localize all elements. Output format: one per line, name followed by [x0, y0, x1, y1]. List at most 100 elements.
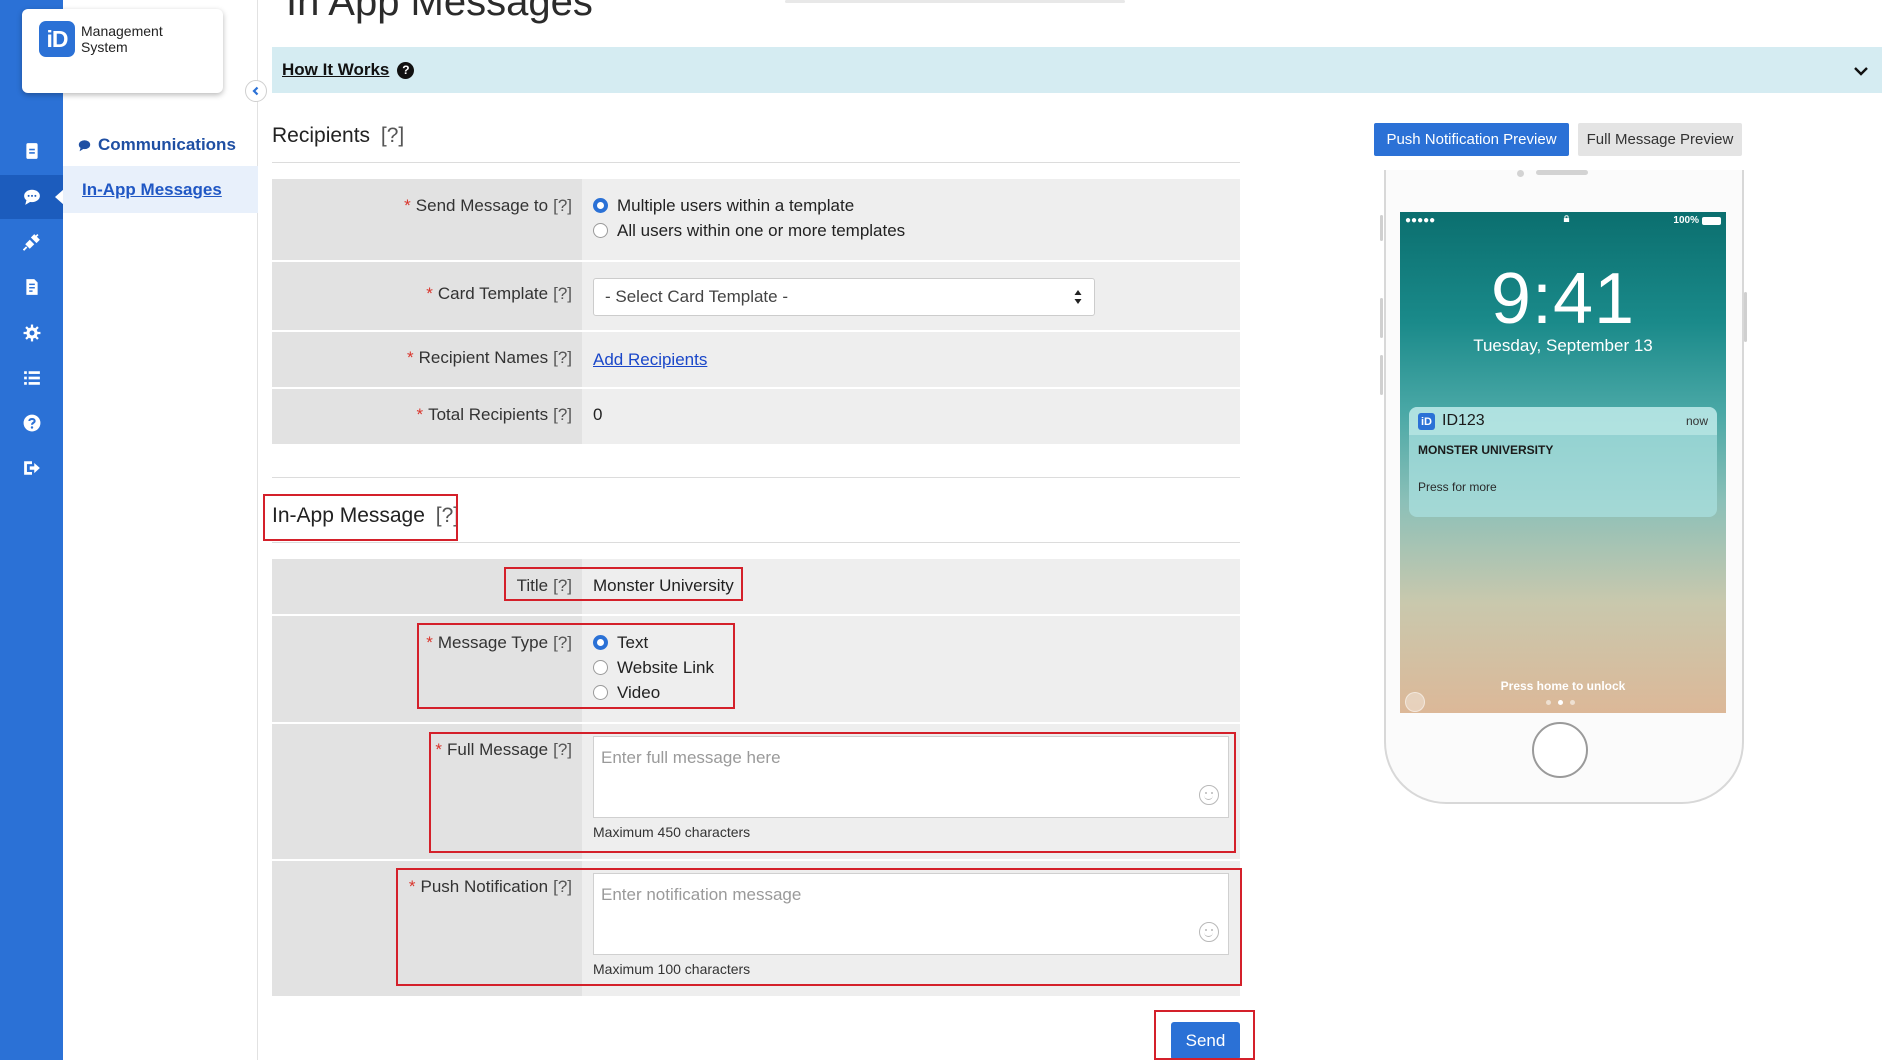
- help-icon: [23, 414, 40, 432]
- page-dot-current: [1558, 700, 1563, 705]
- push-notification-textarea[interactable]: [593, 873, 1229, 955]
- phone-lock-screen: ●●●●● 100% 9:41 Tuesday, September 13 iD…: [1400, 212, 1726, 713]
- send-to-row: * Send Message to [?] Multiple users withi…: [272, 179, 1240, 261]
- full-message-help[interactable]: [?]: [553, 740, 572, 759]
- message-type-help[interactable]: [?]: [553, 633, 572, 652]
- send-to-help[interactable]: [?]: [553, 196, 572, 215]
- emoji-icon[interactable]: [1199, 922, 1219, 942]
- rail-item-cards[interactable]: [0, 129, 63, 173]
- list-icon: [23, 371, 40, 385]
- tab-full-message-preview[interactable]: Full Message Preview: [1578, 123, 1742, 156]
- send-button[interactable]: Send: [1171, 1022, 1240, 1060]
- battery-percent: 100%: [1673, 215, 1699, 226]
- total-recipients-label: * Total Recipients [?]: [416, 405, 572, 424]
- tab-push-notification-preview[interactable]: Push Notification Preview: [1374, 123, 1569, 156]
- send-to-option-multiple-users[interactable]: Multiple users within a template: [593, 193, 905, 218]
- chat-icon: [78, 139, 91, 151]
- in-app-message-help[interactable]: [?]: [436, 504, 459, 527]
- sort-arrows-icon: [1074, 290, 1082, 304]
- rail-item-help[interactable]: [0, 401, 63, 445]
- message-type-option-text[interactable]: Text: [593, 630, 714, 655]
- radio-unselected-icon[interactable]: [593, 660, 608, 675]
- recipient-names-help[interactable]: [?]: [553, 348, 572, 367]
- chevron-down-icon[interactable]: [1852, 62, 1870, 80]
- logo-text: Management System: [81, 23, 163, 55]
- page-title: In App Messages: [286, 0, 593, 24]
- message-type-option-video[interactable]: Video: [593, 680, 714, 705]
- subnav-section-communications[interactable]: Communications: [78, 135, 236, 155]
- full-message-textarea[interactable]: [593, 736, 1229, 818]
- in-app-message-heading-text: In-App Message: [272, 504, 425, 527]
- emoji-icon[interactable]: [1199, 785, 1219, 805]
- rail-item-documents[interactable]: [0, 265, 63, 309]
- radio-unselected-icon[interactable]: [593, 223, 608, 238]
- rail-item-sign-out[interactable]: [0, 446, 63, 490]
- add-recipients-link[interactable]: Add Recipients: [593, 350, 707, 370]
- message-type-label: * Message Type [?]: [426, 633, 572, 652]
- phone-mute-switch: [1380, 215, 1383, 241]
- recipients-heading-text: Recipients: [272, 124, 371, 147]
- collapse-sidebar-button[interactable]: [245, 80, 267, 102]
- page-dots: [1546, 700, 1582, 705]
- total-recipients-help[interactable]: [?]: [553, 405, 572, 424]
- phone-camera: [1517, 170, 1524, 177]
- rail-item-communications[interactable]: [0, 175, 64, 219]
- rail-item-lists[interactable]: [0, 356, 63, 400]
- secondary-nav: [63, 0, 258, 1060]
- send-to-option-all-users[interactable]: All users within one or more templates: [593, 218, 905, 243]
- card-template-label: * Card Template [?]: [426, 284, 572, 303]
- section-divider: [272, 477, 1240, 478]
- how-it-works-label[interactable]: How It Works: [282, 60, 389, 80]
- logo-line-2: System: [81, 39, 128, 55]
- phone-power-button: [1744, 292, 1747, 342]
- push-notification-label: * Push Notification [?]: [408, 877, 572, 896]
- radio-selected-icon[interactable]: [593, 198, 608, 213]
- recipient-names-label: * Recipient Names [?]: [407, 348, 572, 367]
- how-it-works-bar[interactable]: How It Works ?: [272, 47, 1882, 93]
- subnav-item-in-app-messages[interactable]: In-App Messages: [63, 166, 258, 213]
- phone-volume-up: [1380, 298, 1383, 338]
- rail-item-settings[interactable]: [0, 311, 63, 355]
- logo-line-1: Management: [81, 23, 163, 39]
- app-logo-icon: iD: [1418, 413, 1435, 430]
- plug-icon: [22, 233, 40, 251]
- radio-unselected-icon[interactable]: [593, 685, 608, 700]
- chevron-left-icon: [252, 86, 259, 96]
- in-app-message-heading: In-App Message [?]: [272, 504, 459, 528]
- send-to-label: * Send Message to [?]: [404, 196, 572, 215]
- push-notification-hint: Maximum 100 characters: [593, 961, 751, 977]
- page-dot: [1546, 700, 1551, 705]
- message-type-option-website-link[interactable]: Website Link: [593, 655, 714, 680]
- notification-time: now: [1685, 414, 1708, 428]
- page-dot: [1570, 700, 1575, 705]
- title-help[interactable]: [?]: [553, 576, 572, 595]
- lock-screen-date: Tuesday, September 13: [1473, 336, 1653, 355]
- card-template-help[interactable]: [?]: [553, 284, 572, 303]
- full-message-hint: Maximum 450 characters: [593, 824, 751, 840]
- app-logo-card[interactable]: iD Management System: [22, 9, 223, 93]
- battery-status: 100%: [1673, 215, 1721, 226]
- full-message-row: *Full Message[?] Maximum 450 characters: [272, 724, 1240, 860]
- card-template-row: * Card Template [?] - Select Card Template…: [272, 262, 1240, 331]
- subnav-item-label[interactable]: In-App Messages: [82, 180, 222, 200]
- notification-body: Press for more: [1418, 480, 1497, 494]
- notification-title: MONSTER UNIVERSITY: [1418, 443, 1554, 457]
- card-template-select[interactable]: - Select Card Template -: [593, 278, 1095, 316]
- document-icon: [25, 279, 38, 295]
- recipient-names-row: * Recipient Names [?] Add Recipients: [272, 332, 1240, 388]
- icon-rail: [0, 0, 64, 1060]
- id-card-icon: [25, 143, 38, 159]
- push-notification-card[interactable]: iD ID123 now MONSTER UNIVERSITY Press fo…: [1409, 407, 1717, 517]
- signal-icon: ●●●●●: [1405, 215, 1436, 226]
- push-notification-help[interactable]: [?]: [553, 877, 572, 896]
- recipients-help[interactable]: [?]: [381, 124, 404, 147]
- message-type-row: * Message Type [?] Text Website Link Video: [272, 616, 1240, 723]
- in-app-message-rule: [272, 542, 1240, 543]
- lock-screen-time: 9:41: [1490, 259, 1636, 339]
- phone-home-button: [1532, 722, 1588, 778]
- full-message-label: * Full Message [?]: [435, 740, 572, 759]
- send-to-options: Multiple users within a template All use…: [593, 193, 905, 243]
- subnav-section-label: Communications: [98, 135, 236, 154]
- rail-item-integrations[interactable]: [0, 220, 63, 264]
- radio-selected-icon[interactable]: [593, 635, 608, 650]
